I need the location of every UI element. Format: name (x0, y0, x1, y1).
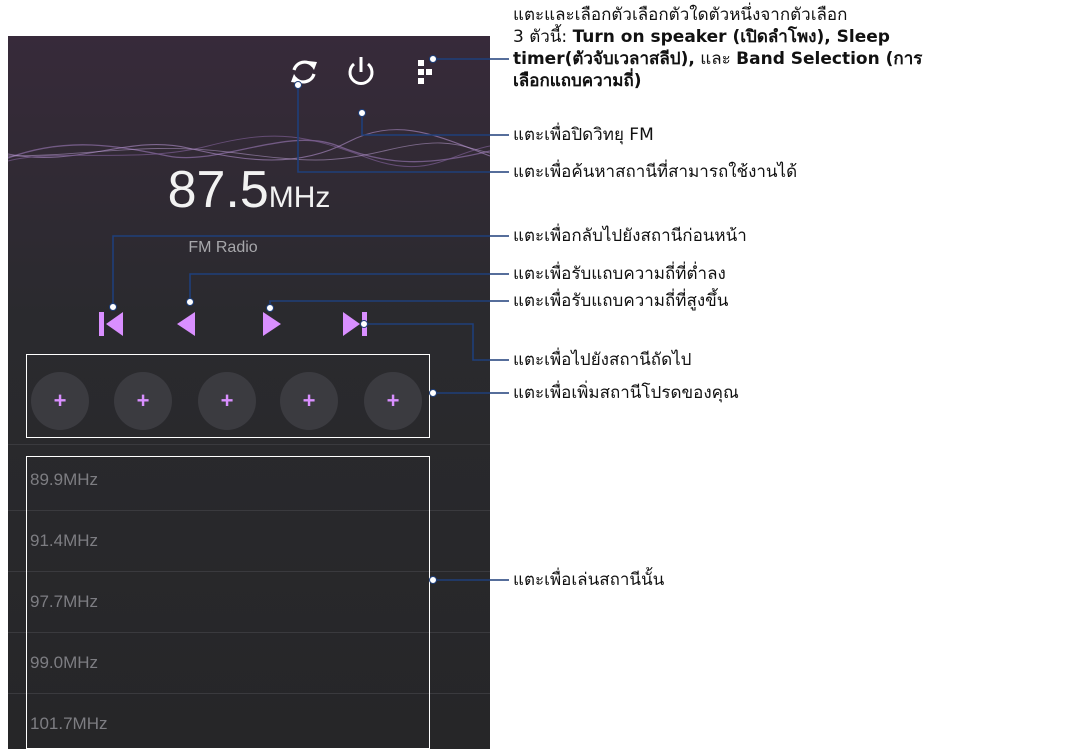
frequency-value: 87.5 (167, 161, 269, 219)
current-frequency: 87.5MHz (8, 160, 490, 220)
frequency-unit: MHz (268, 181, 331, 214)
skip-next-icon (343, 312, 367, 336)
callout-tune-down: แตะเพื่อรับแถบความถี่ที่ต่ำลง (513, 264, 726, 284)
refresh-icon (291, 60, 317, 84)
station-list-highlight-box (26, 456, 430, 749)
tune-down-button[interactable] (168, 306, 204, 342)
skip-previous-icon (99, 312, 123, 336)
more-menu-button[interactable] (408, 52, 448, 92)
callout-power: แตะเพื่อปิดวิทยุ FM (513, 125, 654, 145)
callout-previous: แตะเพื่อกลับไปยังสถานีก่อนหน้า (513, 226, 747, 246)
tune-up-button[interactable] (254, 306, 290, 342)
callout-menu-line4: เลือกแถบความถี่) (513, 71, 642, 91)
tune-down-icon (177, 312, 195, 336)
callout-menu-line2: 3 ตัวนี้: Turn on speaker (เปิดลำโพง), S… (513, 27, 890, 47)
callout-favorites: แตะเพื่อเพิ่มสถานีโปรดของคุณ (513, 383, 739, 403)
previous-station-button[interactable] (95, 306, 131, 342)
callout-play: แตะเพื่อเล่นสถานีนั้น (513, 570, 665, 590)
next-station-button[interactable] (337, 306, 373, 342)
power-icon (348, 57, 374, 85)
callout-menu-line3: timer(ตัวจับเวลาสลีป), และ Band Selectio… (513, 49, 923, 69)
callout-menu-line1: แตะและเลือกตัวเลือกตัวใดตัวหนึ่งจากตัวเล… (513, 5, 848, 25)
tune-up-icon (263, 312, 281, 336)
callout-scan: แตะเพื่อค้นหาสถานีที่สามารถใช้งานได้ (513, 162, 798, 182)
power-button[interactable] (341, 52, 381, 92)
callout-menu: แตะและเลือกตัวเลือกตัวใดตัวหนึ่งจากตัวเล… (513, 4, 922, 92)
refresh-button[interactable] (284, 52, 324, 92)
favorites-highlight-box (26, 354, 430, 438)
more-menu-icon (418, 60, 432, 84)
callout-next: แตะเพื่อไปยังสถานีถัดไป (513, 350, 692, 370)
callout-tune-up: แตะเพื่อรับแถบความถี่ที่สูงขึ้น (513, 291, 729, 311)
band-label: FM Radio (188, 239, 258, 256)
